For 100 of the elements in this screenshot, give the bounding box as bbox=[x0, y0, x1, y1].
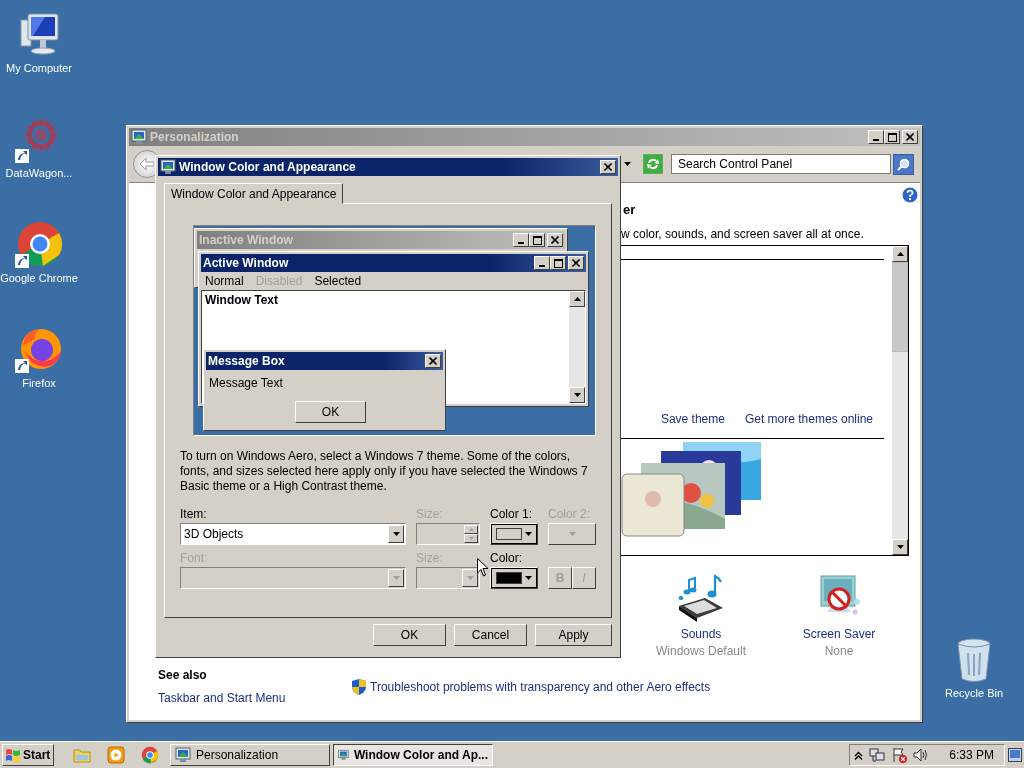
ring-logo-icon bbox=[15, 220, 63, 268]
window-title: Message Box bbox=[208, 354, 286, 368]
down-arrow-icon bbox=[896, 545, 904, 549]
icon-label[interactable]: Recycle Bin bbox=[944, 687, 1004, 699]
icon-label[interactable]: Firefox bbox=[22, 377, 56, 389]
shield-icon bbox=[352, 679, 366, 695]
dropdown-field[interactable]: 3D Objects bbox=[180, 523, 406, 545]
see-also-link[interactable]: Taskbar and Start Menu bbox=[158, 691, 352, 705]
caret-icon bbox=[568, 532, 576, 536]
window-text: Window Text bbox=[205, 293, 278, 307]
display-icon bbox=[160, 159, 176, 175]
icon-label[interactable]: My Computer bbox=[6, 62, 72, 74]
ring-logo-icon bbox=[141, 746, 159, 764]
close-button[interactable] bbox=[568, 256, 584, 270]
search-field[interactable]: Search Control Panel bbox=[671, 154, 891, 174]
menu-item[interactable]: Selected bbox=[314, 274, 362, 288]
menu-item[interactable]: Normal bbox=[205, 274, 244, 288]
speaker-icon bbox=[913, 747, 929, 763]
troubleshoot-link[interactable]: Troubleshoot problems with transparency and other Aero effects bbox=[370, 680, 711, 694]
field-label: Color: bbox=[490, 552, 523, 567]
start-button[interactable]: Start bbox=[2, 744, 54, 766]
icon-label[interactable]: DataWagon... bbox=[5, 167, 73, 179]
play-icon bbox=[107, 746, 125, 764]
theme-link[interactable]: Get more themes online bbox=[744, 412, 873, 426]
scroll-down-button[interactable] bbox=[892, 539, 908, 555]
heading-text: er bbox=[623, 202, 637, 217]
section-heading: See also bbox=[158, 668, 208, 682]
ok-button[interactable]: OK bbox=[295, 401, 366, 423]
refresh-icon bbox=[646, 157, 660, 171]
trash-bin-icon bbox=[954, 637, 994, 683]
network-icon bbox=[869, 747, 885, 763]
clock-text: 6:33 PM bbox=[949, 748, 994, 762]
dialog-button[interactable]: Cancel bbox=[454, 624, 527, 646]
setting-link[interactable]: Screen Saver bbox=[802, 627, 876, 641]
color-picker-button[interactable] bbox=[490, 567, 538, 589]
down-arrow-icon bbox=[573, 393, 581, 397]
window-title: Personalization bbox=[150, 130, 240, 144]
taskbar-button[interactable]: Personalization bbox=[170, 744, 330, 766]
control-panel-icon bbox=[131, 129, 147, 145]
up-arrow-icon bbox=[896, 252, 904, 256]
theme-link[interactable]: Save theme bbox=[660, 412, 725, 426]
color-picker-button[interactable] bbox=[490, 523, 538, 545]
maximize-button[interactable] bbox=[529, 233, 545, 247]
maximize-button[interactable] bbox=[884, 130, 900, 144]
maximize-icon bbox=[887, 132, 897, 142]
caret-icon bbox=[392, 576, 400, 580]
scroll-thumb[interactable] bbox=[892, 262, 908, 352]
close-icon bbox=[572, 259, 580, 267]
quick-launch-button[interactable] bbox=[106, 745, 126, 765]
description-text: w color, sounds, and screen saver all at once. bbox=[621, 227, 865, 241]
setting-value: Windows Default bbox=[655, 644, 746, 658]
message-text: Message Text bbox=[208, 375, 284, 392]
minimize-button[interactable] bbox=[534, 256, 550, 270]
search-button[interactable] bbox=[893, 153, 914, 175]
show-desktop-icon bbox=[1008, 747, 1022, 763]
close-icon bbox=[604, 163, 612, 171]
close-button[interactable] bbox=[547, 233, 563, 247]
close-button[interactable] bbox=[902, 130, 918, 144]
setting-link[interactable]: Sounds bbox=[680, 627, 722, 641]
folder-icon bbox=[73, 747, 91, 763]
display-icon bbox=[175, 747, 191, 763]
flag-alert-icon bbox=[891, 747, 907, 763]
close-button[interactable] bbox=[600, 160, 616, 174]
display-icon bbox=[338, 747, 349, 763]
refresh-button[interactable] bbox=[643, 154, 663, 174]
setting-value: None bbox=[824, 644, 854, 658]
close-icon bbox=[429, 357, 437, 365]
minimize-button[interactable] bbox=[513, 233, 529, 247]
taskbar-button[interactable]: Window Color and Ap... bbox=[333, 744, 493, 766]
dialog-button[interactable]: Apply bbox=[535, 624, 612, 646]
scroll-down-button[interactable] bbox=[569, 387, 585, 403]
maximize-button[interactable] bbox=[550, 256, 566, 270]
window-title: Inactive Window bbox=[199, 233, 294, 247]
field-label: Color 1: bbox=[490, 508, 534, 523]
icon-label[interactable]: Google Chrome bbox=[0, 272, 78, 284]
dialog-button[interactable]: OK bbox=[373, 624, 446, 646]
cursor-icon bbox=[477, 558, 489, 577]
tab[interactable]: Window Color and Appearance bbox=[164, 183, 344, 204]
windows-flag-icon bbox=[5, 748, 21, 762]
scroll-up-button[interactable] bbox=[892, 246, 908, 262]
caret-icon bbox=[392, 532, 400, 536]
window-title: Window Color and Appearance bbox=[179, 160, 357, 174]
field-value: 3D Objects bbox=[184, 527, 245, 541]
quick-launch-button[interactable] bbox=[140, 745, 160, 765]
window-title: Active Window bbox=[203, 256, 290, 270]
up-arrow-icon bbox=[468, 528, 474, 531]
minimize-button[interactable] bbox=[868, 130, 884, 144]
maximize-icon bbox=[532, 235, 542, 245]
caret-icon bbox=[525, 532, 532, 536]
scroll-up-button[interactable] bbox=[569, 291, 585, 307]
up-arrow-icon bbox=[573, 297, 581, 301]
maximize-icon bbox=[553, 258, 563, 268]
close-button[interactable] bbox=[425, 354, 441, 368]
caret-icon bbox=[466, 576, 474, 580]
close-icon bbox=[906, 133, 914, 141]
field-label: Item: bbox=[180, 508, 208, 523]
caret-icon bbox=[623, 162, 631, 166]
search-icon bbox=[897, 157, 910, 171]
down-arrow-icon bbox=[468, 537, 474, 540]
close-icon bbox=[551, 236, 559, 244]
